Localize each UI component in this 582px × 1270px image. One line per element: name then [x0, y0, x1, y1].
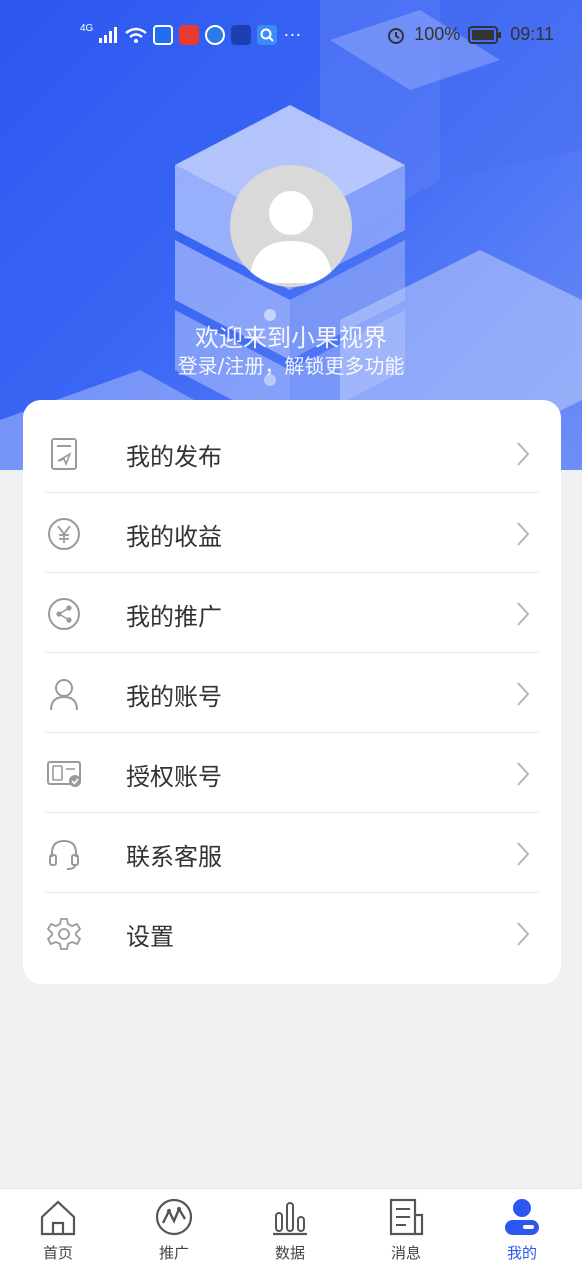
chevron-right-icon — [517, 922, 530, 946]
wifi-icon — [125, 27, 148, 43]
clock: 09:11 — [510, 24, 554, 44]
tab-promote[interactable]: 推广 — [116, 1189, 232, 1270]
baidu-app-icon — [153, 24, 174, 45]
menu-item-label: 设置 — [126, 922, 174, 951]
signal-icon — [99, 26, 118, 43]
battery-icon — [468, 25, 502, 44]
menu-item-my-account[interactable]: 我的账号 — [45, 654, 539, 734]
welcome-text: 欢迎来到小果视界 — [195, 324, 387, 352]
tab-profile[interactable]: 我的 — [464, 1189, 580, 1270]
login-register-link[interactable]: 登录/注册，解锁更多功能 — [0, 350, 582, 379]
menu-item-my-posts[interactable]: 我的发布 — [45, 414, 539, 494]
menu-item-label: 联系客服 — [126, 842, 222, 871]
bottom-tab-bar: 首页 推广 数据 消息 我的 — [0, 1188, 582, 1270]
authorized-device-icon — [47, 757, 81, 791]
chart-icon — [273, 1202, 307, 1236]
divider — [45, 652, 539, 653]
tab-label: 首页 — [42, 1244, 73, 1262]
divider — [45, 892, 539, 893]
browser-app-icon — [205, 24, 226, 45]
search-app-icon — [257, 24, 278, 45]
menu-item-customer-service[interactable]: 联系客服 — [45, 814, 539, 894]
battery-percent: 100% — [414, 24, 461, 44]
home-icon — [40, 1200, 76, 1236]
tab-messages[interactable]: 消息 — [348, 1189, 464, 1270]
menu-item-label: 我的账号 — [126, 682, 222, 711]
profile-icon — [505, 1199, 539, 1235]
menu-item-settings[interactable]: 设置 — [45, 894, 539, 974]
menu-card: 我的发布 我的收益 我的推广 我的账号 授权账号 联系客服 设置 — [23, 400, 561, 984]
status-bar: 4G ··· 100% 09:11 — [0, 20, 582, 54]
menu-item-authorized-accounts[interactable]: 授权账号 — [45, 734, 539, 814]
tab-label: 我的 — [506, 1244, 537, 1262]
divider — [45, 732, 539, 733]
yen-icon — [47, 517, 81, 551]
more-notifications: ··· — [283, 24, 302, 44]
promote-icon — [155, 1198, 193, 1236]
chevron-right-icon — [517, 762, 530, 786]
menu-item-label: 我的收益 — [126, 522, 222, 551]
menu-item-promotion[interactable]: 我的推广 — [45, 574, 539, 654]
tab-home[interactable]: 首页 — [0, 1189, 116, 1270]
tab-label: 推广 — [158, 1244, 189, 1262]
network-type: 4G — [80, 23, 94, 34]
divider — [45, 812, 539, 813]
menu-item-label: 授权账号 — [126, 762, 222, 791]
message-icon — [389, 1198, 424, 1236]
share-icon — [47, 597, 81, 631]
chevron-right-icon — [517, 522, 530, 546]
alarm-icon — [388, 27, 405, 44]
user-icon — [47, 677, 81, 711]
divider — [45, 572, 539, 573]
divider — [45, 492, 539, 493]
chevron-right-icon — [517, 442, 530, 466]
chevron-right-icon — [517, 602, 530, 626]
tab-label: 数据 — [274, 1244, 305, 1262]
default-avatar-icon — [250, 191, 332, 283]
chevron-right-icon — [517, 682, 530, 706]
tab-label: 消息 — [390, 1244, 421, 1262]
chevron-right-icon — [517, 842, 530, 866]
navigation-app-icon — [231, 24, 252, 45]
avatar[interactable] — [230, 165, 352, 287]
menu-item-earnings[interactable]: 我的收益 — [45, 494, 539, 574]
gear-icon — [47, 917, 81, 951]
menu-item-label: 我的推广 — [126, 602, 222, 631]
tab-data[interactable]: 数据 — [232, 1189, 348, 1270]
headset-icon — [47, 837, 81, 871]
publish-icon — [47, 437, 81, 471]
news-app-icon — [179, 24, 200, 45]
menu-item-label: 我的发布 — [126, 442, 222, 471]
